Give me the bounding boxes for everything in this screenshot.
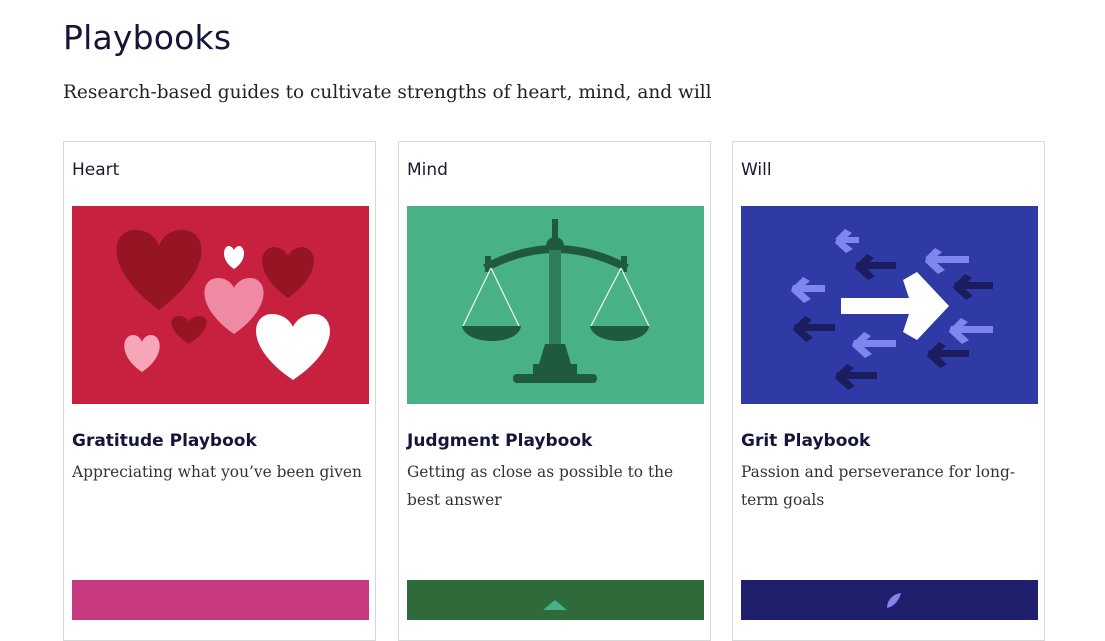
page-subtitle: Research-based guides to cultivate stren…	[63, 82, 712, 103]
playbook-card-gratitude[interactable]: Heart Gratitude Playbook Appreciating wh…	[63, 141, 376, 641]
next-card-image[interactable]	[407, 580, 704, 620]
card-description: Passion and perseverance for long-term g…	[741, 463, 1016, 509]
card-title[interactable]: Grit Playbook	[741, 429, 870, 453]
image-partial	[407, 580, 704, 620]
card-description: Getting as close as possible to the best…	[407, 463, 674, 509]
image-partial	[741, 580, 1038, 620]
playbook-card-grit[interactable]: Will Grit Playbook Passion and persevera…	[732, 141, 1045, 641]
card-title[interactable]: Judgment Playbook	[407, 429, 592, 453]
image-partial	[72, 580, 369, 620]
hearts-illustration-icon	[72, 206, 369, 404]
next-card-image[interactable]	[72, 580, 369, 620]
arrows-illustration-icon	[741, 206, 1038, 404]
card-category[interactable]: Will	[741, 159, 772, 181]
grit-image-link[interactable]	[741, 206, 1038, 404]
next-card-image[interactable]	[741, 580, 1038, 620]
judgment-image-link[interactable]	[407, 206, 704, 404]
card-category[interactable]: Heart	[72, 159, 119, 181]
card-category[interactable]: Mind	[407, 159, 448, 181]
balance-scale-illustration-icon	[407, 206, 704, 404]
gratitude-image-link[interactable]	[72, 206, 369, 404]
card-title[interactable]: Gratitude Playbook	[72, 429, 257, 453]
card-description: Appreciating what you’ve been given	[72, 463, 362, 481]
page-title: Playbooks	[63, 18, 232, 57]
playbook-card-judgment[interactable]: Mind Judgment Playbook Getting as close …	[398, 141, 711, 641]
